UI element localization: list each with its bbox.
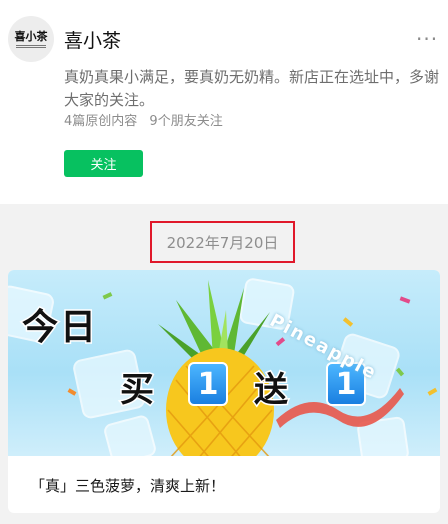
account-description: 真奶真果小满足，要真奶无奶精。新店正在选址中，多谢大家的关注。: [64, 68, 440, 109]
avatar-logo-rule: [16, 44, 46, 48]
more-dots-icon[interactable]: ···: [416, 29, 438, 49]
headline-give: 送: [253, 369, 290, 412]
feed-date: 2022年7月20日: [166, 233, 279, 252]
follow-button[interactable]: 关注: [64, 150, 143, 177]
account-stats: 4篇原创内容 9个朋友关注: [64, 113, 223, 131]
cover-headline: 今日 买 1 送 1 Pineapple: [8, 270, 440, 456]
friends-following-count[interactable]: 9个朋友关注: [149, 114, 222, 129]
avatar-logo-text: 喜小茶: [14, 29, 48, 43]
article-cover-image[interactable]: 今日 买 1 送 1 Pineapple: [8, 270, 440, 456]
article-card[interactable]: 今日 买 1 送 1 Pineapple 「真」三色菠萝，清爽上新！: [8, 270, 440, 513]
headline-buy: 买: [119, 369, 156, 412]
date-highlight-box: 2022年7月20日: [150, 221, 295, 263]
original-content-count: 4篇原创内容: [64, 114, 138, 129]
avatar[interactable]: 喜小茶: [8, 16, 54, 62]
account-name[interactable]: 喜小茶: [64, 29, 121, 53]
article-title[interactable]: 「真」三色菠萝，清爽上新！: [30, 476, 225, 496]
headline-line1: 今日: [20, 306, 99, 350]
account-profile-header: 喜小茶 喜小茶 ··· 真奶真果小满足，要真奶无奶精。新店正在选址中，多谢大家的…: [0, 0, 448, 204]
number-badge-1: 1: [188, 362, 228, 406]
